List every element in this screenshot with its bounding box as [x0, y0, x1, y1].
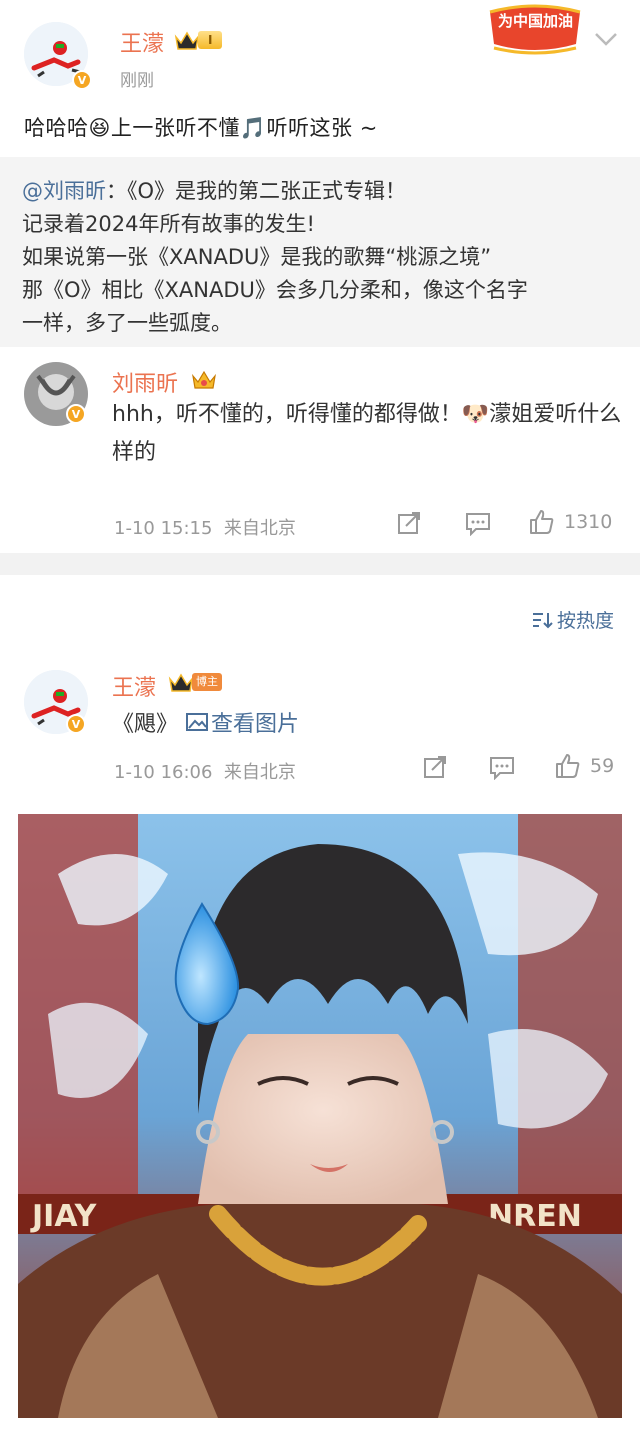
event-badge[interactable]: 为中国加油	[480, 0, 590, 60]
sort-by-hot-button[interactable]: 按热度	[531, 606, 614, 633]
share-button[interactable]	[396, 510, 422, 536]
mention-link[interactable]: @刘雨昕	[22, 179, 106, 203]
verified-icon: V	[66, 404, 86, 424]
comment-timestamp: 1-10 16:06 来自北京	[114, 762, 296, 783]
portrait-photo: JIAY NREN	[18, 814, 622, 1418]
member-badge[interactable]: I	[174, 28, 223, 52]
reply-text: hhh，听不懂的，听得懂的都得做！🐶濛姐爱听什么样的	[112, 402, 622, 465]
comment-button[interactable]	[464, 510, 492, 536]
quote-line: 如果说第一张《XANADU》是我的歌舞“桃源之境”	[22, 245, 492, 269]
verified-icon: V	[66, 714, 86, 734]
like-button[interactable]: 59	[554, 752, 614, 780]
view-image-link[interactable]: 查看图片	[186, 706, 299, 738]
thumbs-up-icon	[530, 510, 554, 534]
quote-line: @刘雨昕：《O》是我的第二张正式专辑！	[22, 179, 407, 203]
post-text: 哈哈哈😆上一张听不懂🎵听听这张 ~	[24, 116, 378, 140]
reply-timestamp: 1-10 15:15 来自北京	[114, 518, 296, 539]
verified-icon: V	[72, 70, 92, 90]
reply-author-name[interactable]: 刘雨昕	[112, 366, 178, 398]
comment-author-name[interactable]: 王濛	[112, 670, 156, 702]
crown-icon	[174, 31, 200, 50]
image-icon	[186, 713, 209, 731]
crown-icon	[190, 368, 218, 396]
sort-label: 按热度	[556, 610, 614, 632]
blogger-label: 博主	[192, 673, 222, 691]
comment-icon	[490, 757, 514, 780]
quote-line: 记录着2024年所有故事的发生!	[22, 212, 315, 236]
quote-line: 一样，多了一些弧度。	[22, 311, 232, 335]
like-button[interactable]: 1310	[528, 508, 612, 536]
sort-icon	[532, 612, 553, 628]
thumbs-up-icon	[556, 754, 580, 778]
comment-text: 《飓》	[112, 712, 179, 737]
banner-text-left: JIAY	[30, 1199, 98, 1234]
blogger-badge: 博主	[168, 670, 222, 694]
chevron-down-icon[interactable]	[592, 30, 620, 52]
comment-image[interactable]: JIAY NREN	[18, 814, 622, 1418]
post-time: 刚刚	[120, 71, 154, 91]
author-name[interactable]: 王濛	[120, 26, 164, 58]
like-count: 59	[590, 755, 615, 777]
level-badge: I	[198, 31, 223, 49]
quoted-post[interactable]: @刘雨昕：《O》是我的第二张正式专辑！ 记录着2024年所有故事的发生! 如果说…	[0, 157, 640, 347]
share-icon	[398, 512, 420, 534]
comment-button[interactable]	[488, 754, 516, 780]
crown-icon	[168, 673, 194, 692]
event-badge-label: 为中国加油	[498, 12, 574, 30]
share-button[interactable]	[422, 754, 448, 780]
like-count: 1310	[564, 511, 613, 533]
comment-body: 《飓》 查看图片	[112, 706, 299, 738]
quote-line: 那《O》相比《XANADU》会多几分柔和，像这个名字	[22, 278, 528, 302]
share-icon	[424, 756, 446, 778]
comment-icon	[466, 513, 490, 536]
